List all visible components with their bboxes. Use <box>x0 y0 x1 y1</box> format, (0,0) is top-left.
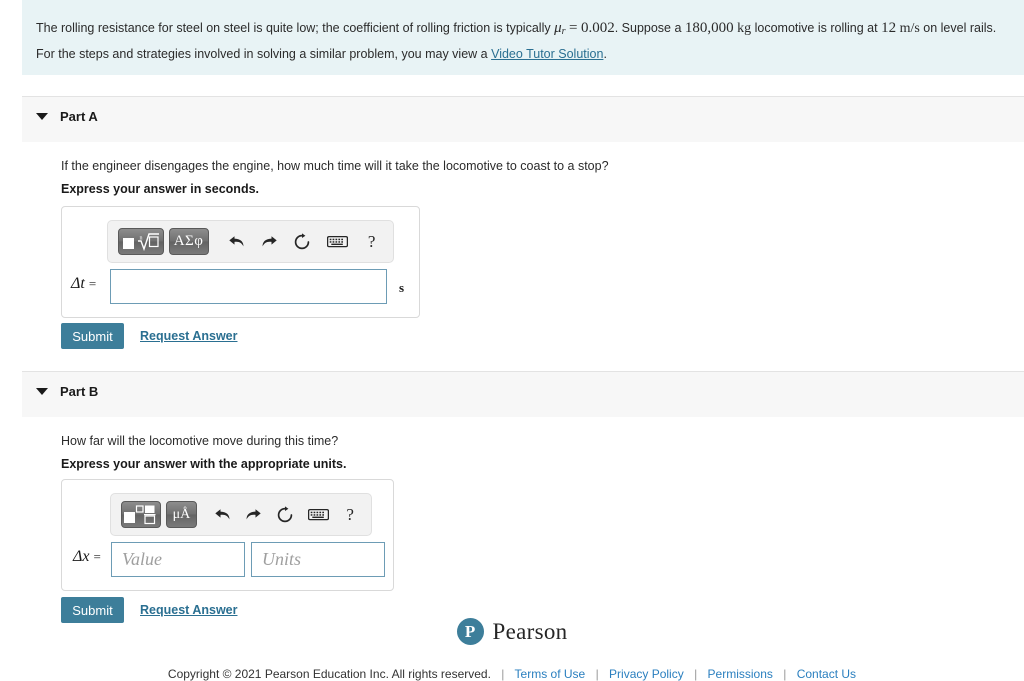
part-a-header[interactable]: Part A <box>22 96 1024 142</box>
footer-separator: | <box>783 667 787 681</box>
mass-value: 180,000 <box>684 20 734 36</box>
footer-link-terms-of-use[interactable]: Terms of Use <box>515 667 586 681</box>
part-a-answer-box: n ΑΣφ ? Δt = s <box>61 206 420 318</box>
part-a-title: Part A <box>60 109 98 124</box>
copyright-text: Copyright © 2021 Pearson Education Inc. … <box>167 667 491 681</box>
tutor-period: . <box>603 47 607 61</box>
part-b-equation-label: Δx = <box>73 548 101 565</box>
redo-icon[interactable] <box>255 228 283 255</box>
coefficient-value: 0.002 <box>580 20 615 36</box>
part-a-request-answer-link[interactable]: Request Answer <box>140 329 237 343</box>
part-b-value-input[interactable] <box>111 542 245 577</box>
units-template-icon[interactable] <box>121 501 161 528</box>
footer-link-privacy-policy[interactable]: Privacy Policy <box>609 667 684 681</box>
collapse-caret-icon[interactable] <box>36 113 48 120</box>
part-b-units-input[interactable] <box>251 542 385 577</box>
reset-circle-glyph <box>294 232 309 249</box>
math-template-icon[interactable]: n <box>118 228 164 255</box>
part-a-answer-input[interactable] <box>110 269 387 304</box>
greek-letters-button[interactable]: ΑΣφ <box>168 228 209 255</box>
pearson-wordmark: Pearson <box>492 618 568 644</box>
part-a-equation-label: Δt = <box>71 275 97 292</box>
mass-unit: kg <box>737 21 752 36</box>
problem-text-part-4: on level rails. <box>923 21 997 35</box>
footer-separator: | <box>501 667 505 681</box>
collapse-caret-icon[interactable] <box>36 388 48 395</box>
equals-sign: = <box>569 20 578 36</box>
coefficient-symbol: μr <box>554 20 566 37</box>
part-a-submit-button[interactable]: Submit <box>61 323 124 349</box>
part-b-request-answer-link[interactable]: Request Answer <box>140 603 237 617</box>
footer-legal-line: Copyright © 2021 Pearson Education Inc. … <box>0 667 1024 681</box>
pearson-footer-logo-area: P Pearson <box>0 618 1024 648</box>
problem-statement-line-1: The rolling resistance for steel on stee… <box>36 20 996 40</box>
problem-text-part-3: locomotive is rolling at <box>754 21 878 35</box>
part-b-answer-box: μÅ ? Δx = Value Units <box>61 479 394 591</box>
undo-icon[interactable] <box>209 501 236 528</box>
undo-arrow-glyph <box>215 509 230 520</box>
problem-text-part-2: . Suppose a <box>614 21 682 35</box>
problem-statement-banner: The rolling resistance for steel on stee… <box>22 0 1024 75</box>
video-tutor-solution-link[interactable]: Video Tutor Solution <box>491 47 603 61</box>
reset-icon[interactable] <box>271 501 298 528</box>
problem-statement-line-2: For the steps and strategies involved in… <box>36 46 607 62</box>
footer-link-permissions[interactable]: Permissions <box>708 667 773 681</box>
part-a-question: If the engineer disengages the engine, h… <box>61 159 609 173</box>
keyboard-icon[interactable] <box>304 501 333 528</box>
sqrt-template-glyph: n <box>122 232 159 251</box>
footer-separator: | <box>595 667 599 681</box>
tutor-intro-text: For the steps and strategies involved in… <box>36 47 488 61</box>
svg-text:n: n <box>139 235 142 241</box>
part-b-title: Part B <box>60 384 99 399</box>
part-b-instruction: Express your answer with the appropriate… <box>61 457 347 471</box>
redo-arrow-glyph <box>246 509 261 520</box>
undo-icon[interactable] <box>223 228 251 255</box>
pearson-p-letter: P <box>464 622 476 641</box>
help-icon[interactable]: ? <box>339 501 361 528</box>
problem-text-part-1: The rolling resistance for steel on stee… <box>36 21 551 35</box>
boxes-template-glyph <box>123 505 156 525</box>
part-a-unit-label: s <box>399 280 405 295</box>
undo-arrow-glyph <box>229 236 244 247</box>
speed-unit: m/s <box>899 21 920 36</box>
keyboard-glyph <box>308 508 330 521</box>
part-a-toolbar: n ΑΣφ ? <box>107 220 394 263</box>
redo-arrow-glyph <box>262 236 277 247</box>
part-b-toolbar: μÅ ? <box>110 493 372 536</box>
keyboard-icon[interactable] <box>322 228 352 255</box>
keyboard-glyph <box>326 235 348 248</box>
footer-link-contact-us[interactable]: Contact Us <box>797 667 856 681</box>
part-b-header[interactable]: Part B <box>22 371 1024 417</box>
part-b-question: How far will the locomotive move during … <box>61 434 339 448</box>
pearson-logo: P Pearson <box>456 618 568 645</box>
part-a-instruction: Express your answer in seconds. <box>61 182 259 196</box>
redo-icon[interactable] <box>240 501 267 528</box>
speed-value: 12 <box>881 20 897 36</box>
reset-icon[interactable] <box>287 228 315 255</box>
help-icon[interactable]: ? <box>360 228 383 255</box>
units-button[interactable]: μÅ <box>165 501 197 528</box>
reset-circle-glyph <box>277 505 293 522</box>
footer-separator: | <box>694 667 698 681</box>
pearson-mark-icon: P <box>456 618 484 645</box>
